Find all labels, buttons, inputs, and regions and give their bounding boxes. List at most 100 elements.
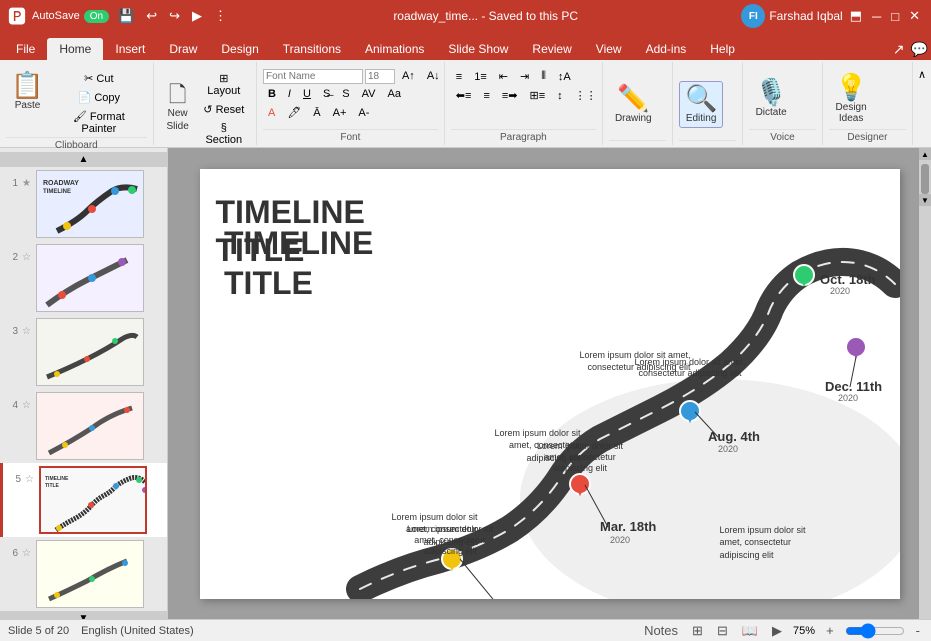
numbering-button[interactable]: 1≡ xyxy=(469,68,492,85)
tab-slideshow[interactable]: Slide Show xyxy=(436,38,520,60)
slide-star-3: ☆ xyxy=(22,318,32,337)
bold-button[interactable]: B xyxy=(263,86,281,102)
columns-button[interactable]: ⫴ xyxy=(536,68,551,85)
maximize-button[interactable]: □ xyxy=(888,7,902,26)
font-size-input[interactable] xyxy=(365,69,395,84)
increase-font-button[interactable]: A↑ xyxy=(397,68,420,84)
justify-button[interactable]: ⊞≡ xyxy=(525,87,551,104)
normal-view-button[interactable]: ⊞ xyxy=(689,622,706,640)
tab-transitions[interactable]: Transitions xyxy=(271,38,353,60)
increase-indent-button[interactable]: ⇥ xyxy=(515,68,534,85)
align-right-button[interactable]: ≡➡ xyxy=(497,87,523,104)
slide-star-5: ☆ xyxy=(25,466,35,485)
tab-view[interactable]: View xyxy=(584,38,634,60)
font-size-up2-button[interactable]: A+ xyxy=(328,105,352,121)
new-slide-icon: 🗋 xyxy=(169,84,187,106)
tab-insert[interactable]: Insert xyxy=(103,38,157,60)
dictate-icon: 🎙️ xyxy=(755,79,787,105)
new-slide-button[interactable]: 🗋 New Slide xyxy=(160,80,196,136)
slide-thumb-5[interactable]: 5 ☆ TIMELINE TITLE xyxy=(0,463,167,537)
close-button[interactable]: ✕ xyxy=(906,6,923,26)
design-ideas-button[interactable]: 💡 Design Ideas xyxy=(829,70,873,128)
svg-text:TIMELINE: TIMELINE xyxy=(45,476,69,482)
tab-help[interactable]: Help xyxy=(698,38,747,60)
zoom-out-button[interactable]: - xyxy=(913,622,923,639)
strikethrough-button[interactable]: S̶ xyxy=(318,86,335,102)
slide-thumb-4[interactable]: 4 ☆ xyxy=(0,389,167,463)
cut-button[interactable]: ✂ Cut xyxy=(51,70,147,87)
ribbon-collapse-button[interactable]: ∧ xyxy=(913,66,931,83)
comments-button[interactable]: 💬 xyxy=(908,39,931,60)
minimize-button[interactable]: ─ xyxy=(869,7,884,26)
editing-button[interactable]: 🔍 Editing xyxy=(679,81,723,128)
slide-thumb-1[interactable]: 1 ★ ROADWAY TIMELINE xyxy=(0,167,167,241)
italic-button[interactable]: I xyxy=(283,86,296,102)
scroll-down-button[interactable]: ▼ xyxy=(919,194,931,206)
tab-draw[interactable]: Draw xyxy=(157,38,209,60)
tab-design[interactable]: Design xyxy=(209,38,270,60)
designer-group-label: Designer xyxy=(829,129,906,145)
editing-label: Editing xyxy=(686,113,717,124)
tab-home[interactable]: Home xyxy=(47,38,103,60)
decrease-indent-button[interactable]: ⇤ xyxy=(494,68,513,85)
autosave-toggle[interactable]: On xyxy=(84,10,109,23)
dictate-button[interactable]: 🎙️ Dictate xyxy=(749,75,793,122)
font-size-down2-button[interactable]: A- xyxy=(353,105,374,121)
zoom-in-button[interactable]: + xyxy=(823,622,837,639)
paste-button[interactable]: 📋 Paste xyxy=(6,68,49,115)
drawing-button[interactable]: ✏️ Drawing xyxy=(609,81,658,128)
autosave-label: AutoSave xyxy=(32,10,80,22)
user-profile[interactable]: FI Farshad Iqbal xyxy=(741,4,842,28)
undo-button[interactable]: ↩ xyxy=(143,6,160,26)
ribbon-display-button[interactable]: ⬒ xyxy=(847,6,865,26)
char-spacing-button[interactable]: AV xyxy=(357,86,381,102)
copy-button[interactable]: 📄 Copy xyxy=(51,89,147,106)
highlight-button[interactable]: 🖊 xyxy=(282,104,306,121)
tab-addins[interactable]: Add-ins xyxy=(634,38,699,60)
notes-button[interactable]: Notes xyxy=(641,622,681,639)
line-spacing-button[interactable]: ↕ xyxy=(552,87,568,104)
smartart-button[interactable]: ⋮⋮ xyxy=(570,87,602,104)
slide-sorter-button[interactable]: ⊟ xyxy=(714,622,731,640)
align-center-button[interactable]: ≡ xyxy=(478,87,494,104)
slide-canvas[interactable]: TIMELINE TITLE Jan. 12th Jan. 12th 2020 … xyxy=(200,169,900,599)
font-color-button[interactable]: A xyxy=(263,105,280,121)
change-case-button[interactable]: Aa xyxy=(382,86,405,102)
para-group-label: Paragraph xyxy=(451,129,596,145)
main-area: ▲ 1 ★ ROADWAY TIMELINE 2 ☆ xyxy=(0,148,931,619)
slide-thumb-6[interactable]: 6 ☆ xyxy=(0,537,167,611)
share-button[interactable]: ↗ xyxy=(890,39,908,60)
svg-text:2020: 2020 xyxy=(718,444,738,454)
font-name-input[interactable] xyxy=(263,69,363,84)
clear-format-button[interactable]: Ā xyxy=(308,105,325,121)
align-left-button[interactable]: ⬅≡ xyxy=(451,87,477,104)
reset-button[interactable]: ↺ Reset xyxy=(198,101,250,118)
format-painter-button[interactable]: 🖌 Format Painter xyxy=(51,108,147,137)
user-avatar: FI xyxy=(741,4,765,28)
redo-button[interactable]: ↪ xyxy=(166,6,183,26)
tab-file[interactable]: File xyxy=(4,38,47,60)
underline-button[interactable]: U xyxy=(298,86,316,102)
shadow-button[interactable]: S xyxy=(337,86,354,102)
present-button[interactable]: ▶ xyxy=(189,6,205,26)
reading-view-button[interactable]: 📖 xyxy=(739,622,761,640)
voice-group-label: Voice xyxy=(749,129,816,145)
zoom-slider[interactable] xyxy=(845,624,905,638)
slide-scroll-down-button[interactable]: ▼ xyxy=(0,611,167,619)
section-button[interactable]: § Section xyxy=(198,120,250,148)
text-direction-button[interactable]: ↕A xyxy=(553,68,576,85)
tab-animations[interactable]: Animations xyxy=(353,38,436,60)
bullets-button[interactable]: ≡ xyxy=(451,68,467,85)
canvas-vertical-scrollbar: ▲ ▼ xyxy=(919,148,931,619)
slide-thumb-3[interactable]: 3 ☆ xyxy=(0,315,167,389)
more-qa-button[interactable]: ⋮ xyxy=(211,6,230,26)
slide-scroll-up-button[interactable]: ▲ xyxy=(0,152,167,167)
scroll-thumb[interactable] xyxy=(921,164,929,194)
slideshow-button[interactable]: ▶ xyxy=(769,622,785,640)
slide-thumb-2[interactable]: 2 ☆ xyxy=(0,241,167,315)
layout-button[interactable]: ⊞ Layout xyxy=(198,70,250,99)
save-button[interactable]: 💾 xyxy=(115,6,137,26)
tab-review[interactable]: Review xyxy=(520,38,583,60)
decrease-font-button[interactable]: A↓ xyxy=(422,68,445,84)
scroll-up-button[interactable]: ▲ xyxy=(919,148,931,160)
